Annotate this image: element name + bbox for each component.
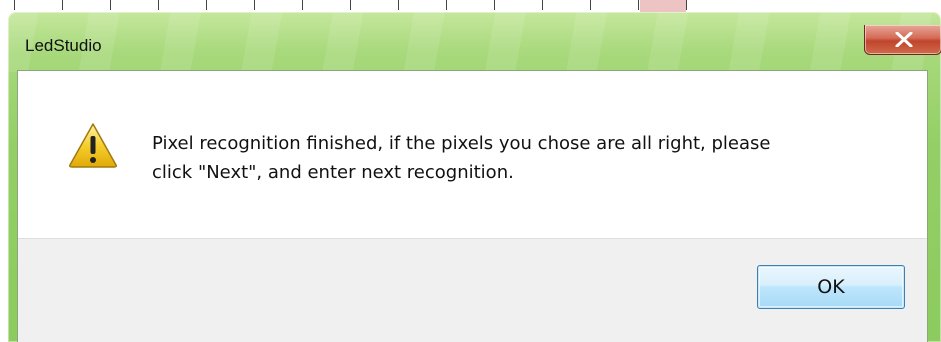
ruler-tick xyxy=(206,0,207,10)
warning-icon xyxy=(69,123,117,168)
message-box-window: LedStudio Pixel recognition finished, if… xyxy=(8,12,941,342)
message-line-2: click "Next", and enter next recognition… xyxy=(152,162,514,183)
ruler-tick xyxy=(350,0,351,10)
screen: LedStudio Pixel recognition finished, if… xyxy=(0,0,941,342)
window-title: LedStudio xyxy=(25,36,102,55)
message-line-1: Pixel recognition finished, if the pixel… xyxy=(152,133,771,154)
ruler-tick xyxy=(302,0,303,10)
message-area: Pixel recognition finished, if the pixel… xyxy=(18,71,927,238)
button-bar: OK xyxy=(18,238,927,342)
ok-button[interactable]: OK xyxy=(757,265,905,309)
ruler-tick xyxy=(158,0,159,10)
selected-cell-marker xyxy=(640,0,686,12)
message-text: Pixel recognition finished, if the pixel… xyxy=(152,129,892,187)
ruler-tick xyxy=(110,0,111,10)
ruler-tick xyxy=(590,0,591,10)
ruler-tick xyxy=(14,0,15,10)
ruler-tick xyxy=(446,0,447,10)
ruler-tick xyxy=(494,0,495,10)
background-ruler xyxy=(0,0,941,12)
ruler-tick xyxy=(62,0,63,10)
close-button[interactable] xyxy=(864,25,941,55)
ruler-tick xyxy=(542,0,543,10)
dialog-client-area: Pixel recognition finished, if the pixel… xyxy=(17,70,928,342)
ruler-tick xyxy=(254,0,255,10)
ruler-tick xyxy=(398,0,399,10)
ruler-tick xyxy=(638,0,639,10)
close-icon xyxy=(895,32,913,47)
ruler-tick xyxy=(686,0,687,10)
